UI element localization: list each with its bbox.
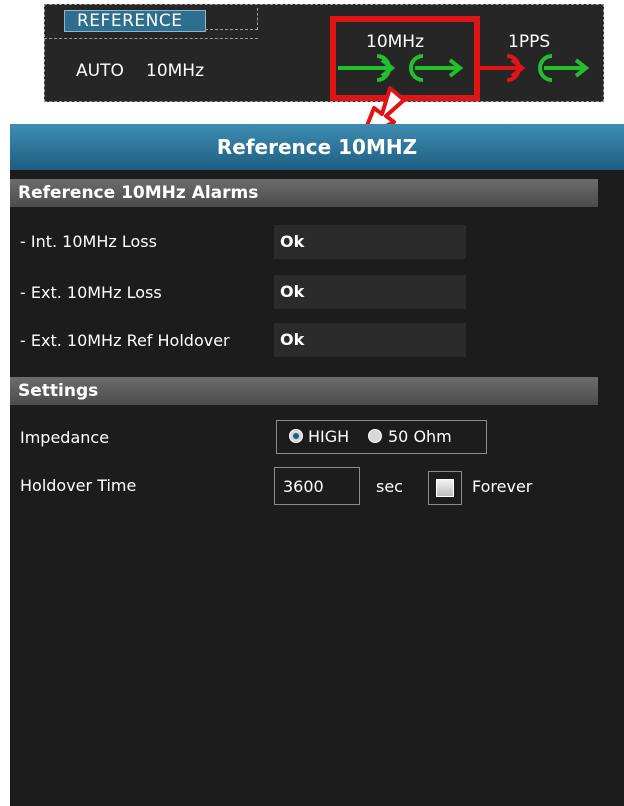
forever-label[interactable]: Forever [472, 477, 532, 496]
alarm-label-int-10mhz-loss: - Int. 10MHz Loss [20, 232, 157, 251]
settings-section-header: Settings [10, 377, 598, 405]
alarms-section-header: Reference 10MHz Alarms [10, 179, 598, 207]
impedance-high-label[interactable]: HIGH [308, 427, 349, 446]
impedance-label: Impedance [20, 428, 110, 447]
alarm-value-ext-10mhz-loss: Ok [274, 275, 466, 309]
strip-divider [44, 38, 258, 39]
reference-frequency: 10MHz [146, 61, 205, 81]
holdover-time-label: Holdover Time [20, 476, 137, 495]
signal-1pps-in-icon[interactable] [478, 54, 526, 82]
tab-divider [205, 8, 258, 30]
forever-checkbox[interactable] [428, 471, 462, 505]
reference-tab[interactable]: REFERENCE [64, 10, 206, 32]
holdover-time-input[interactable]: 3600 [274, 467, 360, 505]
panel-title: Reference 10MHZ [10, 124, 624, 170]
reference-10mhz-panel: Reference 10MHZ Reference 10MHz Alarms -… [10, 124, 624, 806]
holdover-unit-label: sec [376, 477, 403, 496]
alarm-value-ext-10mhz-ref-holdover: Ok [274, 323, 466, 357]
signal-1pps-out-icon[interactable] [538, 54, 590, 82]
alarm-value-int-10mhz-loss: Ok [274, 225, 466, 259]
checkbox-box-icon [436, 479, 454, 497]
impedance-50ohm-radio[interactable] [368, 429, 382, 443]
impedance-high-radio[interactable] [289, 429, 303, 443]
impedance-radio-group: HIGH 50 Ohm [276, 420, 487, 454]
alarm-label-ext-10mhz-loss: - Ext. 10MHz Loss [20, 283, 162, 302]
alarm-label-ext-10mhz-ref-holdover: - Ext. 10MHz Ref Holdover [20, 331, 230, 350]
reference-mode: AUTO [76, 61, 124, 81]
impedance-50ohm-label[interactable]: 50 Ohm [388, 427, 452, 446]
